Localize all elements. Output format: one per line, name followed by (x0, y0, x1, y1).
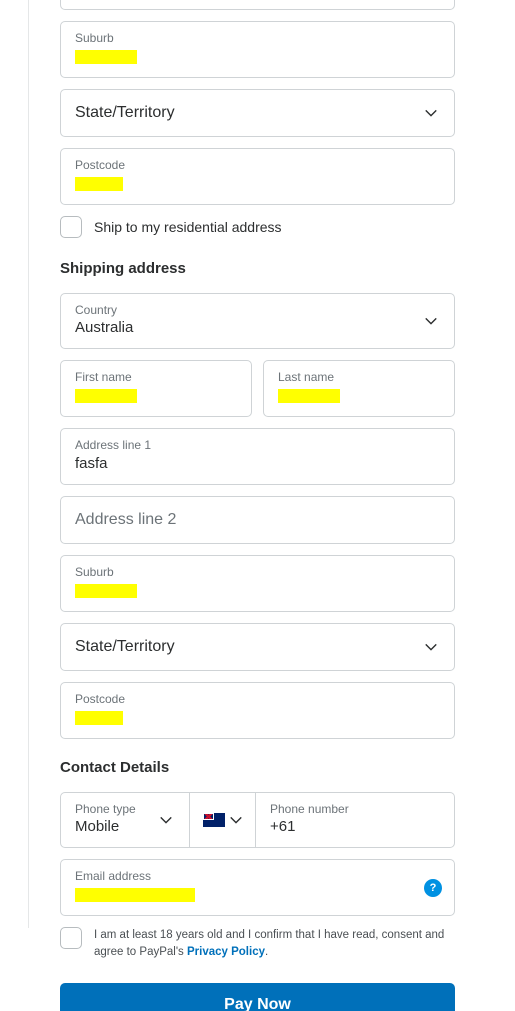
consent-text-after: . (265, 946, 268, 958)
address-line-2-field-cropped[interactable] (60, 0, 455, 10)
shipping-address-1-field[interactable]: Address line 1 fasfa (60, 428, 455, 485)
billing-suburb-label: Suburb (75, 30, 440, 47)
chevron-down-icon (229, 813, 243, 827)
shipping-first-name-label: First name (75, 369, 237, 386)
shipping-postcode-value (75, 708, 440, 728)
pay-button-wrap: Pay Now (60, 983, 455, 1011)
privacy-policy-link[interactable]: Privacy Policy (187, 946, 265, 958)
billing-postcode-value (75, 174, 440, 194)
phone-type-value: Mobile (75, 817, 149, 837)
shipping-last-name-label: Last name (278, 369, 440, 386)
shipping-address-2-placeholder: Address line 2 (75, 511, 176, 528)
billing-suburb-field[interactable]: Suburb (60, 21, 455, 78)
shipping-last-name-field[interactable]: Last name (263, 360, 455, 417)
shipping-suburb-label: Suburb (75, 564, 440, 581)
shipping-first-name-field[interactable]: First name (60, 360, 252, 417)
consent-checkbox[interactable] (60, 927, 82, 949)
shipping-state-select[interactable]: State/Territory (60, 623, 455, 671)
consent-text-before: I am at least 18 years old and I confirm… (94, 929, 444, 958)
email-field[interactable]: Email address ? (60, 859, 455, 916)
shipping-country-label: Country (75, 302, 410, 319)
phone-number-label: Phone number (270, 801, 440, 818)
phone-number-field[interactable]: Phone number +61 (256, 792, 455, 849)
chevron-down-icon (424, 314, 438, 328)
chevron-down-icon (159, 813, 173, 827)
help-icon[interactable]: ? (424, 879, 442, 897)
shipping-address-1-value: fasfa (75, 454, 440, 474)
checkout-form: Suburb State/Territory Postcode Ship to … (0, 0, 515, 1011)
vertical-divider (28, 0, 29, 928)
ship-to-residential-row: Ship to my residential address (60, 216, 455, 238)
chevron-down-icon (424, 640, 438, 654)
phone-type-select[interactable]: Phone type Mobile (60, 792, 190, 849)
contact-details-heading: Contact Details (60, 759, 455, 776)
ship-to-residential-checkbox[interactable] (60, 216, 82, 238)
shipping-country-select[interactable]: Country Australia (60, 293, 455, 350)
shipping-address-2-field[interactable]: Address line 2 (60, 496, 455, 544)
shipping-postcode-label: Postcode (75, 691, 440, 708)
email-value (75, 885, 440, 905)
billing-postcode-field[interactable]: Postcode (60, 148, 455, 205)
shipping-suburb-field[interactable]: Suburb (60, 555, 455, 612)
shipping-address-heading: Shipping address (60, 260, 455, 277)
ship-to-residential-label: Ship to my residential address (94, 219, 282, 235)
consent-text: I am at least 18 years old and I confirm… (94, 927, 455, 960)
phone-row: Phone type Mobile Phone number +61 (60, 792, 455, 849)
pay-now-button[interactable]: Pay Now (60, 983, 455, 1011)
shipping-last-name-value (278, 386, 440, 406)
shipping-state-label: State/Territory (75, 638, 175, 655)
shipping-postcode-field[interactable]: Postcode (60, 682, 455, 739)
shipping-country-value: Australia (75, 318, 410, 338)
phone-number-value: +61 (270, 817, 440, 837)
pay-now-label: Pay Now (224, 996, 291, 1011)
billing-suburb-value (75, 47, 440, 67)
shipping-suburb-value (75, 581, 440, 601)
flag-au-icon (203, 813, 225, 827)
billing-state-label: State/Territory (75, 104, 175, 121)
consent-row: I am at least 18 years old and I confirm… (60, 927, 455, 960)
shipping-first-name-value (75, 386, 237, 406)
email-label: Email address (75, 868, 440, 885)
billing-state-select[interactable]: State/Territory (60, 89, 455, 137)
billing-postcode-label: Postcode (75, 157, 440, 174)
phone-country-select[interactable] (190, 792, 256, 849)
shipping-address-1-label: Address line 1 (75, 437, 440, 454)
chevron-down-icon (424, 106, 438, 120)
phone-type-label: Phone type (75, 801, 149, 818)
